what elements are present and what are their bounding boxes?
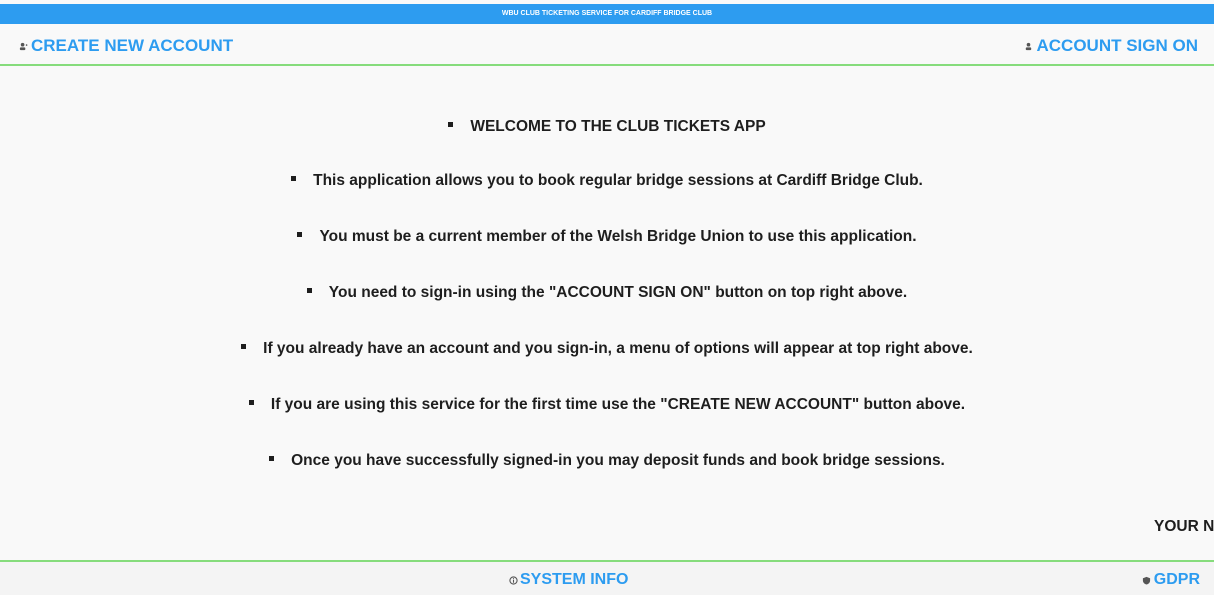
gdpr-label: GDPR — [1153, 571, 1200, 588]
bullet-icon — [291, 176, 297, 182]
person-icon — [1024, 41, 1034, 51]
gdpr-button[interactable]: GDPR — [1142, 571, 1200, 589]
list-item: You need to sign-in using the "ACCOUNT S… — [0, 284, 1214, 302]
app-title: WBU CLUB TICKETING SERVICE FOR CARDIFF B… — [501, 10, 713, 17]
system-info-label: SYSTEM INFO — [520, 571, 629, 588]
main-content: WELCOME TO THE CLUB TICKETS APP This app… — [0, 68, 1214, 560]
bullet-icon — [269, 456, 275, 462]
list-item: If you already have an account and you s… — [0, 340, 1214, 358]
list-item: WELCOME TO THE CLUB TICKETS APP — [0, 118, 1214, 136]
app-title-bar: WBU CLUB TICKETING SERVICE FOR CARDIFF B… — [0, 4, 1214, 24]
list-item: Once you have successfully signed-in you… — [0, 452, 1214, 470]
list-item: You must be a current member of the Wels… — [0, 228, 1214, 246]
bullet-icon — [306, 288, 312, 294]
list-item: This application allows you to book regu… — [0, 172, 1214, 190]
shield-icon — [1142, 575, 1152, 585]
info-icon — [508, 575, 518, 585]
person-add-icon — [18, 41, 28, 51]
your-next-heading: YOUR NEXT — [1154, 518, 1214, 535]
bullet-icon — [448, 122, 454, 128]
bullet-icon — [241, 344, 247, 350]
bullet-icon — [248, 400, 254, 406]
list-item: If you are using this service for the fi… — [0, 396, 1214, 414]
account-sign-on-button[interactable]: ACCOUNT SIGN ON — [1024, 36, 1199, 56]
bullet-icon — [297, 232, 303, 238]
create-account-button[interactable]: CREATE NEW ACCOUNT — [18, 36, 233, 56]
system-info-button[interactable]: SYSTEM INFO — [508, 571, 628, 589]
create-account-label: CREATE NEW ACCOUNT — [31, 36, 234, 55]
account-sign-on-label: ACCOUNT SIGN ON — [1036, 36, 1199, 55]
footer-bar: SYSTEM INFO GDPR — [0, 560, 1214, 595]
header-bar: CREATE NEW ACCOUNT ACCOUNT SIGN ON — [0, 24, 1214, 66]
